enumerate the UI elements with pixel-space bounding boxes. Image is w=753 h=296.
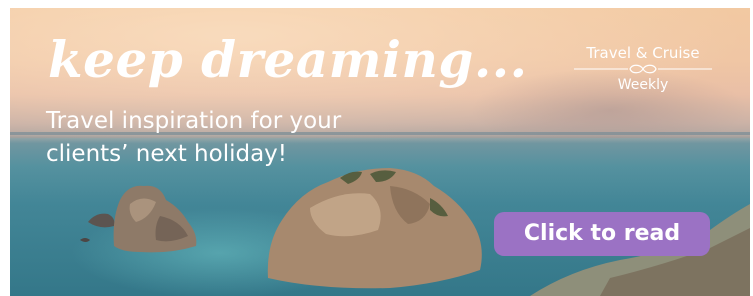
small-rock-left (88, 213, 115, 228)
subheadline: Travel inspiration for your clients’ nex… (46, 108, 342, 167)
logo-text-top: Travel & Cruise (586, 44, 700, 62)
infinity-divider-icon (574, 64, 712, 74)
sea-stack-left (113, 185, 197, 253)
brand-logo: Travel & Cruise Weekly (570, 44, 716, 93)
logo-text-bottom: Weekly (617, 77, 669, 93)
small-rock-dot (80, 238, 90, 242)
promo-banner[interactable]: keep dreaming... Travel inspiration for … (10, 8, 750, 296)
headline: keep dreaming... (48, 30, 528, 89)
click-to-read-button[interactable]: Click to read (494, 212, 710, 256)
